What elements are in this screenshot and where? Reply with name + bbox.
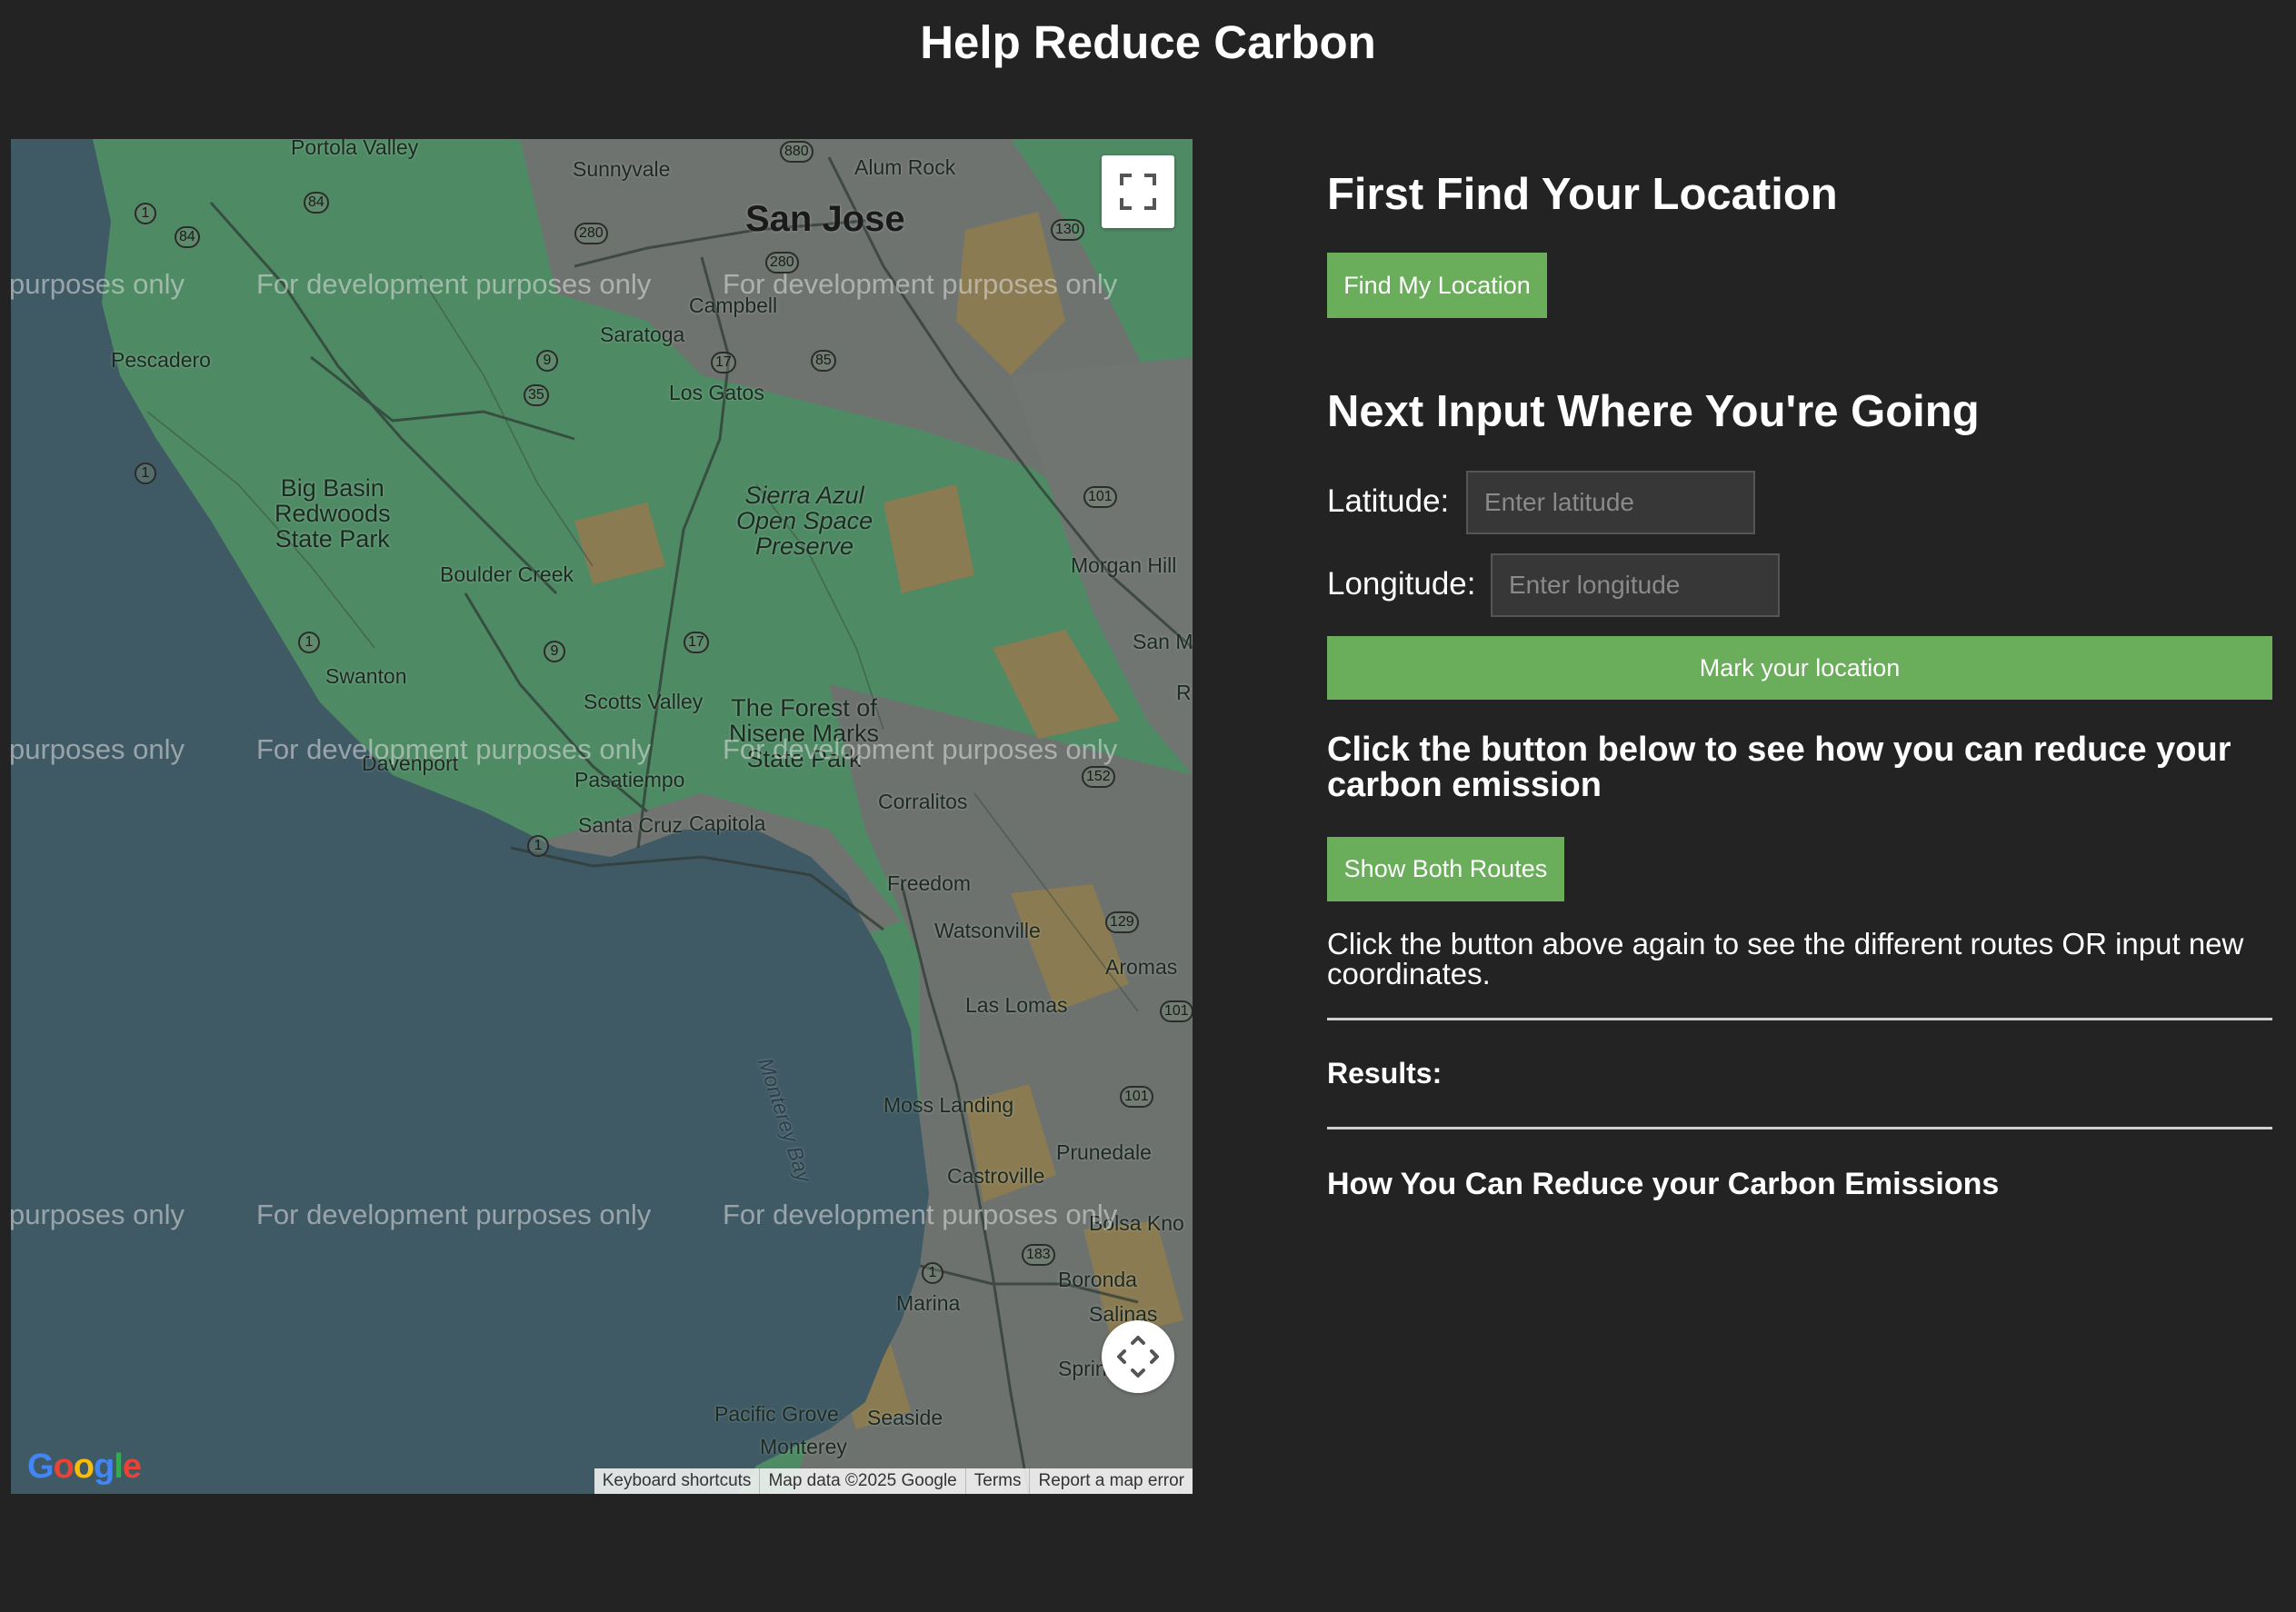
map-label-r-cut: R — [1176, 681, 1192, 704]
map-watermark: For development purposes only — [256, 268, 652, 300]
map-watermark: For development purposes only — [723, 733, 1118, 765]
highway-shield: 9 — [536, 350, 558, 372]
highway-shield: 1 — [135, 463, 156, 484]
map-label-capitola: Capitola — [689, 811, 766, 835]
map-label-boulder-creek: Boulder Creek — [440, 562, 574, 586]
highway-shield: 84 — [175, 226, 200, 248]
map-data-text: Map data ©2025 Google — [759, 1468, 964, 1494]
map-label-castroville: Castroville — [947, 1164, 1045, 1188]
find-location-heading: First Find Your Location — [1327, 170, 1838, 219]
map-label-morgan-hill: Morgan Hill — [1071, 553, 1177, 577]
map-view[interactable]: Portola Valley Sunnyvale Alum Rock San J… — [11, 139, 1193, 1494]
highway-shield: 84 — [304, 192, 329, 214]
map-label-prunedale: Prunedale — [1056, 1140, 1152, 1164]
highway-shield: 280 — [574, 223, 608, 244]
map-label-las-lomas: Las Lomas — [965, 993, 1068, 1017]
map-label-sierra-azul: Sierra Azul Open Space Preserve — [736, 482, 873, 560]
google-logo: Google — [27, 1448, 142, 1486]
divider — [1327, 1018, 2272, 1020]
highway-shield: 85 — [811, 350, 836, 372]
terms-link[interactable]: Terms — [964, 1468, 1030, 1494]
highway-shield: 130 — [1051, 219, 1084, 241]
highway-shield: 152 — [1082, 766, 1115, 788]
map-watermark: For development purposes only — [256, 733, 652, 765]
routes-hint-text: Click the button above again to see the … — [1327, 927, 2244, 990]
map-watermark: purposes only — [11, 733, 185, 765]
map-label-sunnyvale: Sunnyvale — [573, 157, 671, 181]
map-label-san-jose: San Jose — [745, 199, 905, 239]
map-label-los-gatos: Los Gatos — [669, 381, 764, 404]
routes-heading: Click the button below to see how you ca… — [1327, 731, 2231, 804]
map-label-alum-rock: Alum Rock — [854, 155, 956, 179]
map-label-corralitos: Corralitos — [878, 790, 968, 813]
map-label-seaside: Seaside — [867, 1406, 943, 1429]
longitude-input[interactable] — [1491, 553, 1780, 617]
keyboard-shortcuts-link[interactable]: Keyboard shortcuts — [594, 1468, 760, 1494]
map-label-saratoga: Saratoga — [600, 323, 685, 346]
map-label-monterey: Monterey — [760, 1435, 847, 1458]
highway-shield: 35 — [524, 384, 549, 406]
highway-shield: 101 — [1083, 486, 1117, 508]
show-both-routes-button[interactable]: Show Both Routes — [1327, 837, 1564, 901]
highway-shield: 9 — [544, 641, 565, 662]
reduce-emissions-heading: How You Can Reduce your Carbon Emissions — [1327, 1167, 2000, 1201]
map-label-big-basin: Big Basin Redwoods State Park — [275, 474, 391, 552]
map-label-pescadero: Pescadero — [111, 348, 211, 372]
map-attribution: Keyboard shortcuts Map data ©2025 Google… — [594, 1468, 1193, 1494]
longitude-label: Longitude: — [1327, 566, 1476, 602]
results-label: Results: — [1327, 1057, 1442, 1090]
map-label-portola-valley: Portola Valley — [291, 139, 419, 159]
highway-shield: 1 — [527, 835, 549, 857]
map-label-moss-landing: Moss Landing — [883, 1093, 1014, 1117]
latitude-input[interactable] — [1466, 471, 1755, 534]
pan-arrows-icon — [1117, 1336, 1159, 1378]
divider — [1327, 1127, 2272, 1129]
highway-shield: 183 — [1022, 1244, 1055, 1266]
map-label-freedom: Freedom — [887, 871, 972, 895]
map-label-pacific-grove: Pacific Grove — [714, 1402, 839, 1426]
highway-shield: 101 — [1160, 1000, 1193, 1022]
highway-shield: 1 — [135, 203, 156, 224]
mark-location-button[interactable]: Mark your location — [1327, 636, 2272, 700]
map-label-boronda: Boronda — [1058, 1268, 1137, 1291]
map-label-aromas: Aromas — [1105, 955, 1178, 979]
map-label-watsonville: Watsonville — [934, 919, 1041, 942]
map-watermark: For development purposes only — [723, 268, 1118, 300]
fullscreen-button[interactable] — [1102, 155, 1174, 228]
map-label-san-m: San M — [1133, 630, 1193, 653]
page-title: Help Reduce Carbon — [920, 16, 1376, 68]
destination-heading: Next Input Where You're Going — [1327, 387, 1980, 436]
map-label-spring: Sprin — [1058, 1357, 1107, 1380]
camera-control-button[interactable] — [1102, 1320, 1174, 1393]
find-my-location-button[interactable]: Find My Location — [1327, 253, 1547, 318]
highway-shield: 17 — [684, 632, 709, 653]
map-label-santa-cruz: Santa Cruz — [578, 813, 684, 837]
map-watermark: For development purposes only — [723, 1199, 1118, 1230]
report-map-error-link[interactable]: Report a map error — [1029, 1468, 1193, 1494]
map-watermark: For development purposes only — [256, 1199, 652, 1230]
highway-shield: 101 — [1120, 1086, 1153, 1108]
highway-shield: 1 — [298, 632, 320, 653]
map-watermark: purposes only — [11, 268, 185, 300]
map-label-scotts-valley: Scotts Valley — [584, 690, 704, 713]
highway-shield: 880 — [780, 141, 814, 163]
latitude-label: Latitude: — [1327, 483, 1450, 519]
fullscreen-icon — [1120, 174, 1156, 210]
highway-shield: 17 — [711, 352, 736, 373]
map-label-swanton: Swanton — [325, 664, 407, 688]
highway-shield: 1 — [922, 1262, 943, 1284]
map-label-marina: Marina — [896, 1291, 961, 1315]
map-label-pasatiempo: Pasatiempo — [574, 768, 685, 791]
highway-shield: 129 — [1105, 911, 1139, 933]
map-watermark: purposes only — [11, 1199, 185, 1230]
